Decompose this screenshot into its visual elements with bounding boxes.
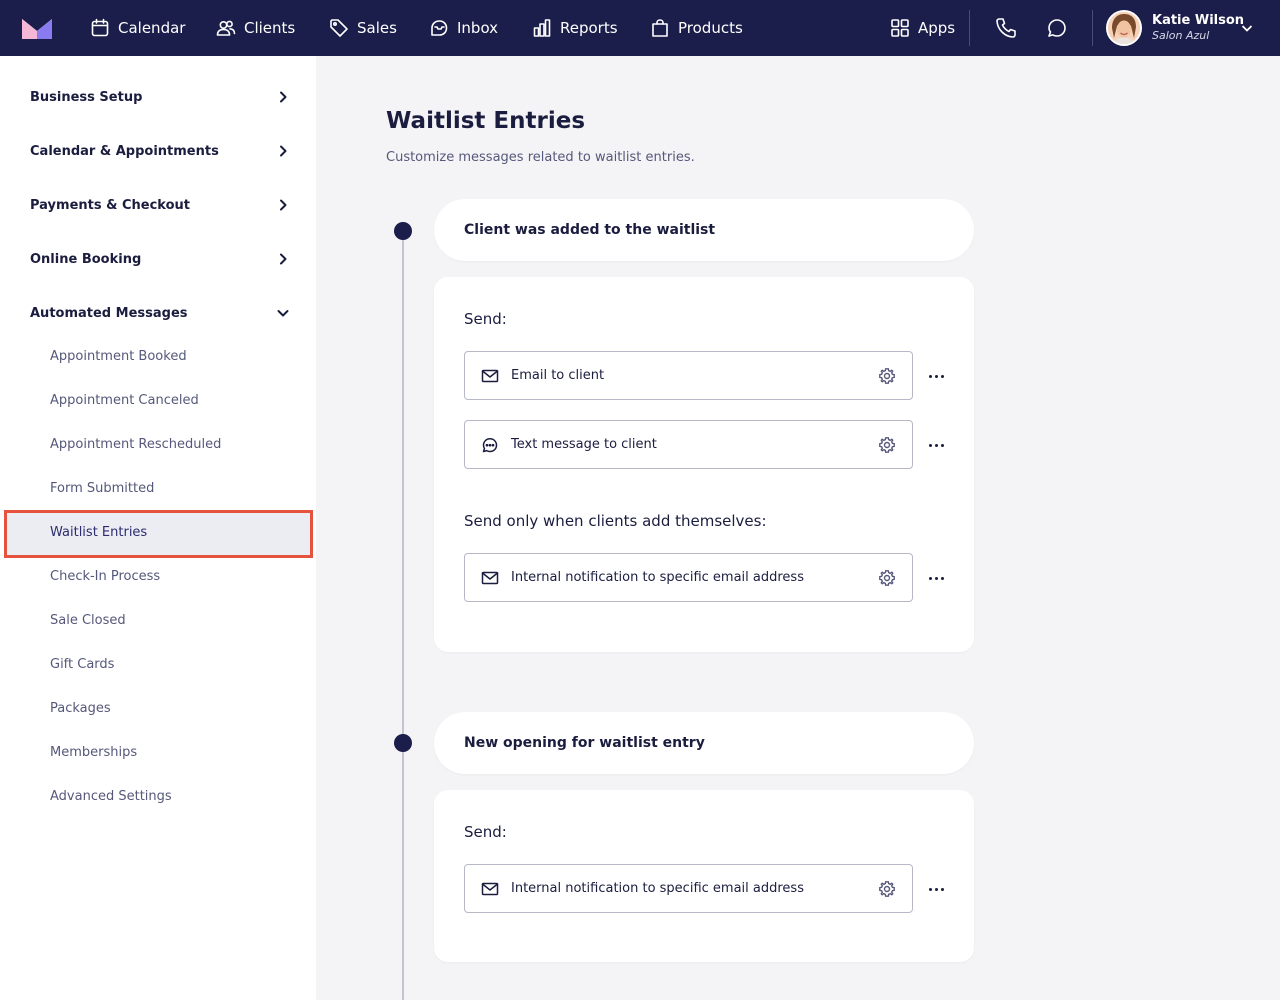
timeline-dot	[394, 222, 412, 240]
apps-grid-icon	[891, 19, 909, 37]
more-options-button[interactable]	[926, 568, 946, 588]
tag-icon	[330, 19, 348, 37]
gear-icon[interactable]	[878, 569, 896, 587]
nav-apps-label: Apps	[918, 19, 956, 37]
mail-icon	[481, 367, 499, 385]
sidebar-section-payments-checkout[interactable]: Payments & Checkout	[30, 193, 290, 217]
sidebar-section-label: Online Booking	[30, 251, 142, 267]
nav-sales[interactable]: Sales	[329, 0, 397, 56]
nav-products-label: Products	[678, 19, 743, 37]
event-header-client-added: Client was added to the waitlist	[434, 199, 974, 261]
gear-icon[interactable]	[878, 367, 896, 385]
user-menu-chevron[interactable]	[1240, 20, 1254, 34]
more-options-button[interactable]	[926, 366, 946, 386]
nav-divider	[969, 10, 970, 46]
message-row-label: Email to client	[511, 368, 605, 383]
nav-inbox-label: Inbox	[457, 19, 499, 37]
mail-icon	[481, 880, 499, 898]
sidebar-section-label: Automated Messages	[30, 305, 188, 321]
chevron-down-icon	[1241, 25, 1253, 32]
sidebar-item-appointment-booked[interactable]: Appointment Booked	[50, 347, 187, 367]
avatar	[1106, 10, 1142, 46]
message-row-internal-notification[interactable]: Internal notification to specific email …	[464, 553, 913, 602]
nav-products[interactable]: Products	[650, 0, 743, 56]
top-navigation-bar: Calendar Clients Sales Inbox Reports Pro…	[0, 0, 1280, 56]
nav-apps[interactable]: Apps	[890, 0, 955, 56]
send-condition-label: Send only when clients add themselves:	[464, 512, 767, 530]
nav-inbox[interactable]: Inbox	[429, 0, 498, 56]
gear-icon[interactable]	[878, 436, 896, 454]
message-row-label: Text message to client	[511, 437, 657, 452]
shopping-bag-icon	[652, 19, 668, 37]
chevron-right-icon	[280, 253, 287, 265]
message-row-label: Internal notification to specific email …	[511, 570, 804, 585]
avatar-portrait-icon	[1108, 12, 1140, 44]
inbox-icon	[431, 20, 448, 36]
user-name: Katie Wilson	[1152, 13, 1245, 28]
sidebar-item-advanced-settings[interactable]: Advanced Settings	[50, 787, 172, 807]
event-card-new-opening: Send: Internal notification to specific …	[434, 790, 974, 962]
sidebar-item-appointment-canceled[interactable]: Appointment Canceled	[50, 391, 199, 411]
mail-icon	[481, 569, 499, 587]
sidebar-item-packages[interactable]: Packages	[50, 699, 111, 719]
user-menu[interactable]: Katie Wilson Salon Azul	[1106, 10, 1244, 46]
event-header-new-opening: New opening for waitlist entry	[434, 712, 974, 774]
nav-divider	[1092, 10, 1093, 46]
sidebar-item-sale-closed[interactable]: Sale Closed	[50, 611, 126, 631]
message-row-label: Internal notification to specific email …	[511, 881, 804, 896]
send-label: Send:	[464, 823, 507, 841]
chat-bubble-icon	[1048, 19, 1066, 37]
sidebar-item-check-in-process[interactable]: Check-In Process	[50, 567, 160, 587]
nav-reports[interactable]: Reports	[532, 0, 618, 56]
sidebar-section-automated-messages[interactable]: Automated Messages	[30, 301, 290, 325]
sidebar-item-form-submitted[interactable]: Form Submitted	[50, 479, 154, 499]
nav-reports-label: Reports	[560, 19, 618, 37]
main-content: Waitlist Entries Customize messages rela…	[316, 56, 1280, 1000]
timeline-line	[402, 230, 404, 1000]
bar-chart-icon	[533, 19, 551, 37]
sidebar-section-label: Payments & Checkout	[30, 197, 190, 213]
sidebar-item-appointment-rescheduled[interactable]: Appointment Rescheduled	[50, 435, 221, 455]
chevron-right-icon	[280, 145, 287, 157]
gear-icon[interactable]	[878, 880, 896, 898]
more-options-button[interactable]	[926, 879, 946, 899]
more-options-button[interactable]	[926, 435, 946, 455]
page-title: Waitlist Entries	[386, 108, 586, 134]
sidebar-section-label: Business Setup	[30, 89, 143, 105]
chat-bubble-icon	[481, 436, 499, 454]
logo-icon[interactable]	[22, 17, 52, 39]
calendar-icon	[91, 18, 109, 37]
chevron-right-icon	[280, 199, 287, 211]
chevron-right-icon	[280, 91, 287, 103]
sidebar-item-waitlist-entries[interactable]: Waitlist Entries	[50, 523, 147, 543]
sidebar-section-label: Calendar & Appointments	[30, 143, 219, 159]
nav-sales-label: Sales	[357, 19, 397, 37]
messages-button[interactable]	[1045, 16, 1069, 40]
nav-clients-label: Clients	[244, 19, 296, 37]
chevron-down-icon	[277, 310, 289, 317]
message-row-email-to-client[interactable]: Email to client	[464, 351, 913, 400]
page-description: Customize messages related to waitlist e…	[386, 150, 695, 165]
settings-sidebar: Business Setup Calendar & Appointments P…	[0, 56, 316, 1000]
message-row-text-to-client[interactable]: Text message to client	[464, 420, 913, 469]
sidebar-section-business-setup[interactable]: Business Setup	[30, 85, 290, 109]
phone-button[interactable]	[994, 16, 1018, 40]
sidebar-item-memberships[interactable]: Memberships	[50, 743, 137, 763]
sidebar-section-online-booking[interactable]: Online Booking	[30, 247, 290, 271]
event-card-client-added: Send: Email to client Text message to cl…	[434, 277, 974, 652]
send-label: Send:	[464, 310, 507, 328]
phone-icon	[996, 18, 1016, 38]
nav-clients[interactable]: Clients	[216, 0, 295, 56]
sidebar-item-gift-cards[interactable]: Gift Cards	[50, 655, 114, 675]
nav-calendar[interactable]: Calendar	[90, 0, 185, 56]
sidebar-section-calendar-appointments[interactable]: Calendar & Appointments	[30, 139, 290, 163]
user-business: Salon Azul	[1152, 29, 1210, 42]
event-title: New opening for waitlist entry	[464, 735, 705, 751]
timeline-dot	[394, 734, 412, 752]
message-row-internal-notification[interactable]: Internal notification to specific email …	[464, 864, 913, 913]
users-icon	[216, 20, 236, 36]
nav-calendar-label: Calendar	[118, 19, 186, 37]
event-title: Client was added to the waitlist	[464, 222, 716, 238]
